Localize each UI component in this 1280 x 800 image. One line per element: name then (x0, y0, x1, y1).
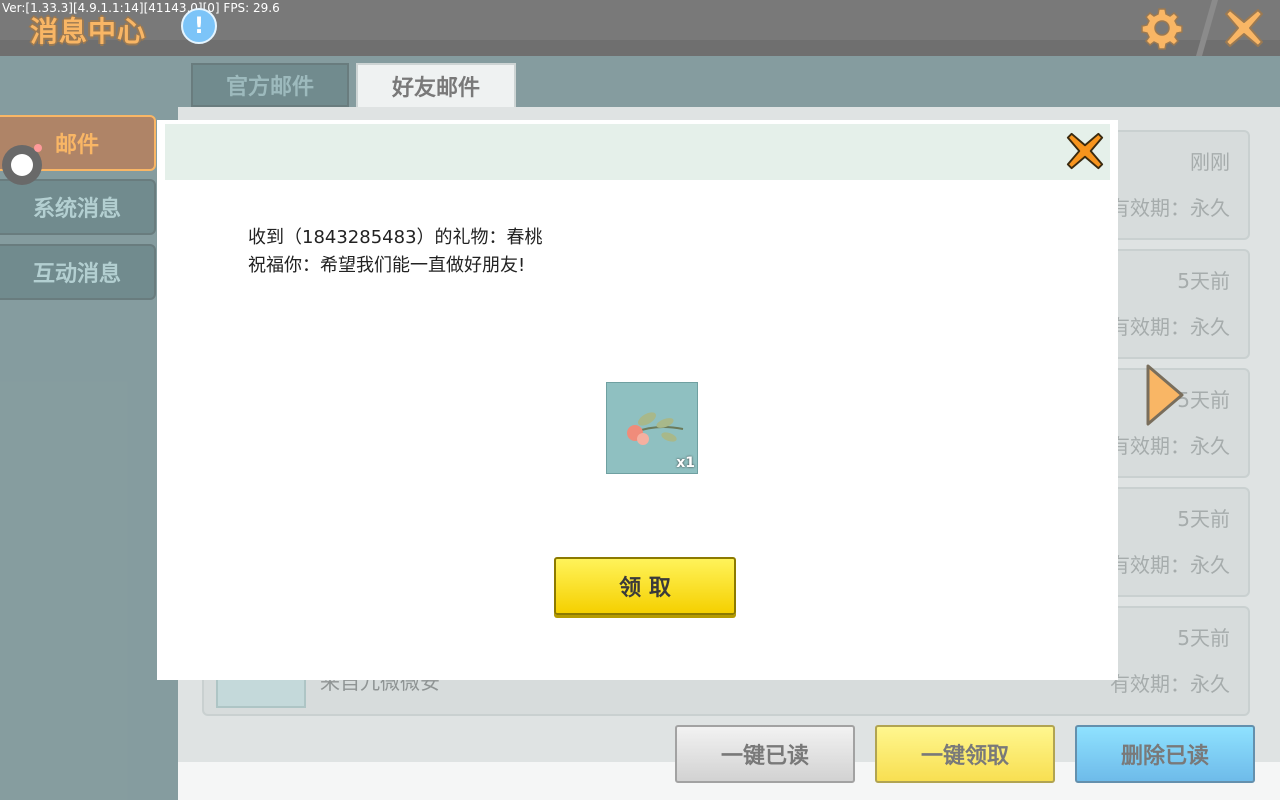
gift-blessing-line: 祝福你：希望我们能一直做好朋友! (248, 255, 526, 276)
dialog-header (165, 124, 1110, 180)
claim-button[interactable]: 领 取 (554, 557, 736, 615)
gift-mail-dialog: 收到（1843285483）的礼物：春桃 祝福你：希望我们能一直做好朋友! x1… (157, 120, 1118, 680)
gift-message-line: 收到（1843285483）的礼物：春桃 (248, 227, 543, 248)
close-icon[interactable] (1064, 130, 1106, 172)
gift-message: 收到（1843285483）的礼物：春桃 祝福你：希望我们能一直做好朋友! (248, 224, 543, 280)
item-quantity: x1 (676, 455, 695, 471)
gift-item-slot[interactable]: x1 (606, 382, 698, 474)
